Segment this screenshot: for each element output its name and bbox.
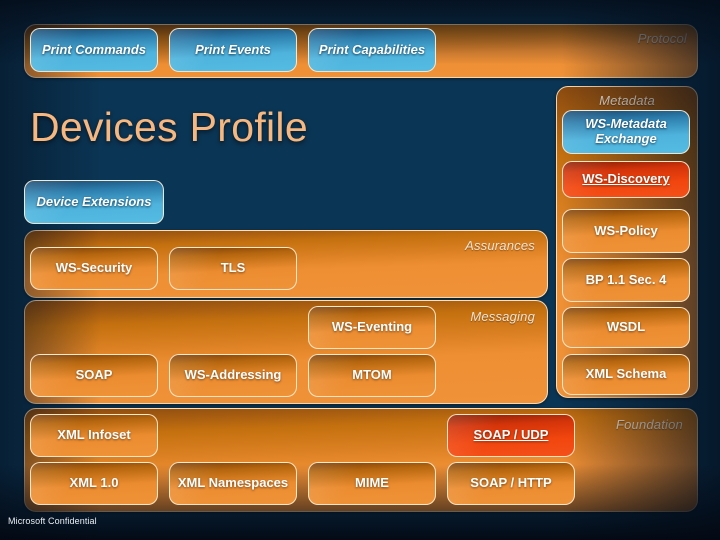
chip-wsdl[interactable]: WSDL: [562, 307, 690, 348]
chip-soap[interactable]: SOAP: [30, 354, 158, 397]
chip-label: WS-Addressing: [184, 367, 282, 383]
chip-tls[interactable]: TLS: [169, 247, 297, 290]
chip-label: WS-Security: [55, 260, 133, 276]
chip-print-events[interactable]: Print Events: [169, 28, 297, 72]
layer-label-protocol: Protocol: [637, 31, 687, 46]
chip-xml-schema[interactable]: XML Schema: [562, 354, 690, 395]
chip-label: Print Commands: [41, 41, 146, 57]
chip-label: XML Namespaces: [177, 475, 289, 491]
chip-label: Print Capabilities: [318, 41, 426, 57]
chip-label: MTOM: [352, 367, 392, 383]
chip-label: WS-Eventing: [331, 319, 413, 335]
chip-ws-eventing[interactable]: WS-Eventing: [308, 306, 436, 349]
chip-label: TLS: [220, 260, 246, 276]
chip-label: Device Extensions: [36, 193, 152, 209]
chip-label: MIME: [355, 475, 389, 491]
slide-canvas: Protocol Print Commands Print Events Pri…: [0, 0, 720, 540]
chip-mime[interactable]: MIME: [308, 462, 436, 505]
chip-label: XML Schema: [585, 366, 667, 382]
layer-label-messaging: Messaging: [470, 309, 535, 324]
chip-label: WS-Discovery: [582, 171, 670, 187]
chip-soap-udp[interactable]: SOAP / UDP: [447, 414, 575, 457]
chip-ws-addressing[interactable]: WS-Addressing: [169, 354, 297, 397]
chip-label: SOAP / HTTP: [470, 475, 552, 491]
layer-label-metadata: Metadata: [599, 93, 655, 108]
chip-xml-10[interactable]: XML 1.0: [30, 462, 158, 505]
chip-print-commands[interactable]: Print Commands: [30, 28, 158, 72]
chip-label: WSDL: [606, 319, 646, 335]
chip-mtom[interactable]: MTOM: [308, 354, 436, 397]
chip-soap-http[interactable]: SOAP / HTTP: [447, 462, 575, 505]
chip-label: WS-Policy: [594, 222, 658, 238]
chip-xml-infoset[interactable]: XML Infoset: [30, 414, 158, 457]
layer-label-assurances: Assurances: [465, 238, 535, 253]
slide-title: Devices Profile: [30, 104, 308, 150]
chip-print-capabilities[interactable]: Print Capabilities: [308, 28, 436, 72]
chip-label: BP 1.1 Sec. 4: [585, 271, 667, 287]
confidentiality-footer: Microsoft Confidential: [8, 516, 97, 526]
chip-ws-policy[interactable]: WS-Policy: [562, 209, 690, 253]
chip-label: SOAP: [75, 367, 113, 383]
chip-device-extensions[interactable]: Device Extensions: [24, 180, 164, 224]
chip-label: XML 1.0: [69, 475, 119, 491]
chip-label: XML Infoset: [57, 427, 131, 443]
chip-label: Print Events: [195, 41, 271, 57]
chip-ws-metadata-exchange[interactable]: WS-Metadata Exchange: [562, 110, 690, 154]
chip-ws-discovery[interactable]: WS-Discovery: [562, 161, 690, 198]
chip-bp-11-sec-4[interactable]: BP 1.1 Sec. 4: [562, 258, 690, 302]
chip-ws-security[interactable]: WS-Security: [30, 247, 158, 290]
layer-label-foundation: Foundation: [615, 417, 683, 432]
chip-label: WS-Metadata Exchange: [585, 116, 667, 146]
chip-label: SOAP / UDP: [473, 427, 549, 443]
chip-xml-namespaces[interactable]: XML Namespaces: [169, 462, 297, 505]
